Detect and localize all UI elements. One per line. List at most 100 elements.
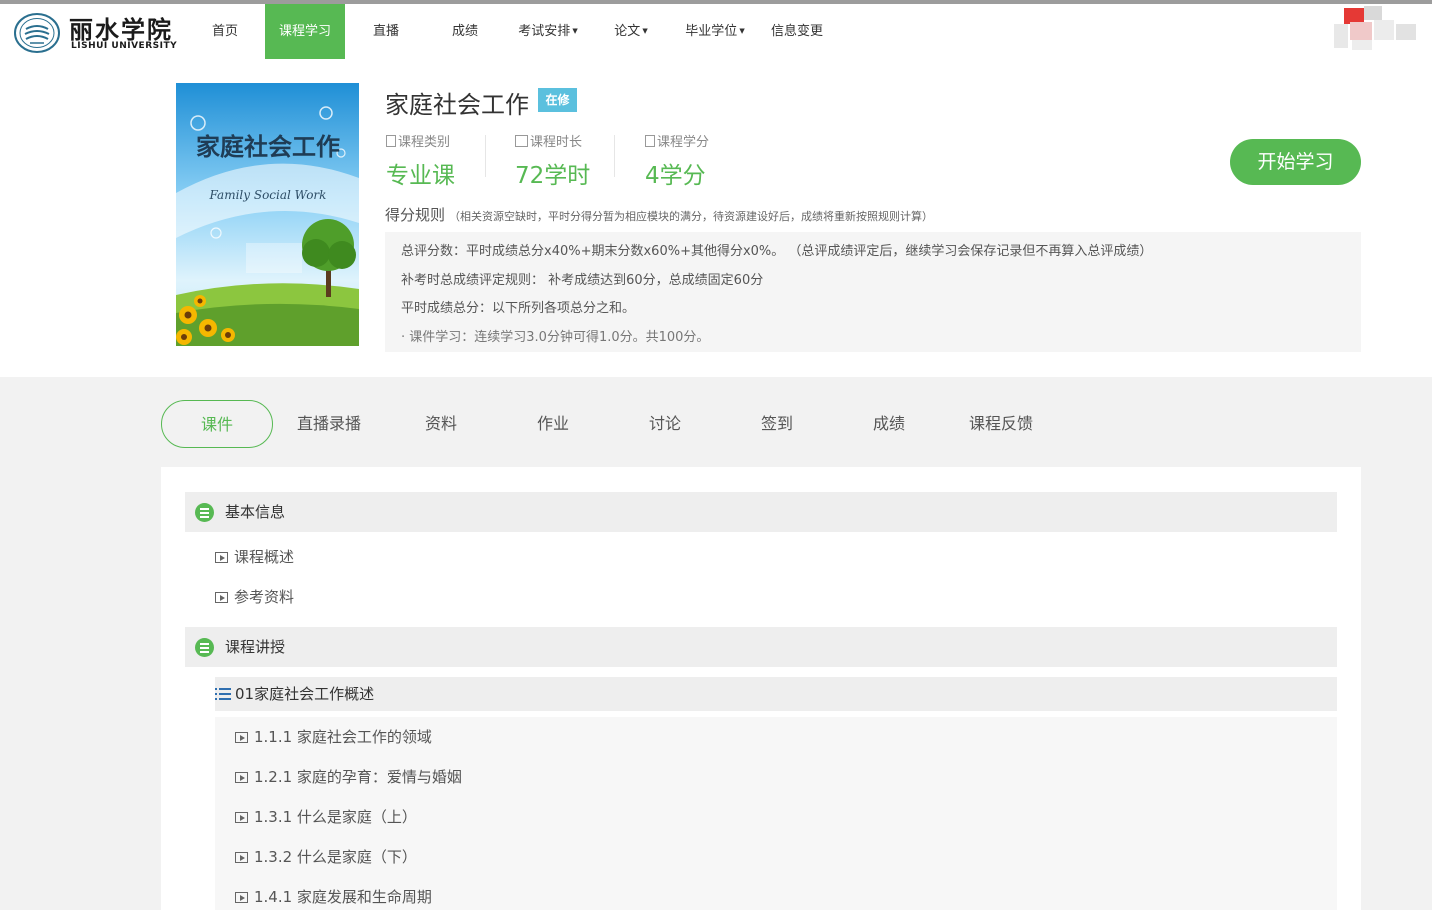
book-icon <box>515 135 528 147</box>
stat-course-category: 课程类别 专业课 <box>386 131 455 190</box>
list-icon <box>195 503 214 522</box>
video-icon <box>235 812 248 823</box>
item-label: 参考资料 <box>234 588 295 606</box>
rule-line: · 课件学习：连续学习3.0分钟可得1.0分。共100分。 <box>401 329 710 345</box>
scoring-rules-box: 总评分数：平时成绩总分x40%+期末分数x60%+其他得分x0%。 （总评成绩评… <box>385 232 1361 352</box>
stat-label: 课程学分 <box>657 135 710 150</box>
tab-check-in[interactable]: 签到 <box>721 400 833 448</box>
lesson-item[interactable]: 1.3.1 什么是家庭（上） <box>235 807 417 827</box>
nav-home[interactable]: 首页 <box>196 4 254 59</box>
rules-title: 得分规则 <box>385 206 446 224</box>
nav-label: 考试安排 <box>518 24 571 39</box>
rules-note: （相关资源空缺时，平时分得分暂为相应模块的满分，待资源建设好后，成绩将重新按照规… <box>449 210 934 223</box>
nav-exam-schedule[interactable]: 考试安排 ▼ <box>508 4 588 59</box>
list-item-reference-materials[interactable]: 参考资料 <box>215 587 294 607</box>
video-icon <box>215 592 228 603</box>
video-icon <box>235 852 248 863</box>
item-label: 课程概述 <box>234 548 295 566</box>
stat-course-credits: 课程学分 4学分 <box>645 131 709 190</box>
video-icon <box>235 892 248 903</box>
video-icon <box>215 552 228 563</box>
document-icon <box>645 135 655 147</box>
stat-value: 专业课 <box>386 163 455 189</box>
nav-label: 论文 <box>614 24 641 39</box>
avatar-pixel <box>1352 40 1372 50</box>
university-name-cn: 丽水学院 <box>69 15 173 44</box>
lesson-item[interactable]: 1.2.1 家庭的孕育：爱情与婚姻 <box>235 767 462 787</box>
cover-subtitle-text: Family Social Work <box>209 188 327 202</box>
top-navbar: 丽水学院 LISHUI UNIVERSITY 首页 课程学习 直播 成绩 考试安… <box>0 4 1432 59</box>
stat-divider <box>614 135 615 177</box>
nav-thesis[interactable]: 论文 ▼ <box>603 4 659 59</box>
nav-label: 毕业学位 <box>685 24 738 39</box>
cover-illustration: 家庭社会工作 Family Social Work <box>176 83 359 346</box>
nav-label: 直播 <box>372 24 399 39</box>
cover-title-text: 家庭社会工作 <box>196 132 340 161</box>
tab-label: 签到 <box>760 414 793 433</box>
nav-label: 成绩 <box>451 24 478 39</box>
tab-course-feedback[interactable]: 课程反馈 <box>945 400 1057 448</box>
nav-course-study[interactable]: 课程学习 <box>265 4 345 59</box>
nav-label: 课程学习 <box>278 24 331 39</box>
tab-label: 资料 <box>424 414 457 433</box>
course-cover-image: 家庭社会工作 Family Social Work <box>176 83 359 346</box>
nav-label: 信息变更 <box>770 24 823 39</box>
rule-line: 补考时总成绩评定规则： 补考成绩达到60分，总成绩固定60分 <box>401 272 764 288</box>
tab-materials[interactable]: 资料 <box>385 400 497 448</box>
document-icon <box>386 135 396 147</box>
tab-label: 讨论 <box>648 414 681 433</box>
lesson-list: 1.1.1 家庭社会工作的领域 1.2.1 家庭的孕育：爱情与婚姻 1.3.1 … <box>215 717 1337 910</box>
tab-label: 课程反馈 <box>968 414 1033 433</box>
caret-down-icon: ▼ <box>642 27 648 35</box>
tab-homework[interactable]: 作业 <box>497 400 609 448</box>
avatar-pixel <box>1374 20 1394 40</box>
stat-value: 4学分 <box>645 163 706 189</box>
nav-grades[interactable]: 成绩 <box>436 4 494 59</box>
stat-value: 72学时 <box>515 163 591 189</box>
tab-label: 成绩 <box>872 414 905 433</box>
stat-label: 课程类别 <box>398 135 451 150</box>
chapter-title: 01家庭社会工作概述 <box>235 685 375 703</box>
lesson-item[interactable]: 1.1.1 家庭社会工作的领域 <box>235 727 432 747</box>
rule-line: 总评分数：平时成绩总分x40%+期末分数x60%+其他得分x0%。 （总评成绩评… <box>401 244 1153 259</box>
course-title: 家庭社会工作 <box>385 91 529 119</box>
nav-info-change[interactable]: 信息变更 <box>764 4 830 59</box>
tab-grades[interactable]: 成绩 <box>833 400 945 448</box>
tab-courseware[interactable]: 课件 <box>161 400 273 448</box>
tab-discussion[interactable]: 讨论 <box>609 400 721 448</box>
scoring-rules-heading: 得分规则 （相关资源空缺时，平时分得分暂为相应模块的满分，待资源建设好后，成绩将重… <box>385 204 933 225</box>
tab-label: 直播录播 <box>296 414 361 433</box>
lesson-item[interactable]: 1.4.1 家庭发展和生命周期 <box>235 887 432 907</box>
start-learning-button[interactable]: 开始学习 <box>1230 139 1361 185</box>
section-title: 基本信息 <box>225 503 286 521</box>
tab-label: 作业 <box>536 414 569 433</box>
rule-line: 平时成绩总分：以下所列各项总分之和。 <box>401 301 636 316</box>
status-badge: 在修 <box>538 88 577 112</box>
lesson-item[interactable]: 1.3.2 什么是家庭（下） <box>235 847 417 867</box>
tab-label: 课件 <box>200 415 233 434</box>
avatar-pixel <box>1334 24 1348 48</box>
tab-live-replay[interactable]: 直播录播 <box>273 400 385 448</box>
avatar-pixel <box>1350 22 1372 40</box>
stat-course-duration: 课程时长 72学时 <box>515 131 590 190</box>
stat-label: 课程时长 <box>530 135 583 150</box>
chapter-list-icon <box>215 688 231 700</box>
video-icon <box>235 772 248 783</box>
section-basic-info[interactable]: 基本信息 <box>185 492 1337 532</box>
lesson-label: 1.4.1 家庭发展和生命周期 <box>254 888 432 906</box>
list-item-course-overview[interactable]: 课程概述 <box>215 547 294 567</box>
section-lectures[interactable]: 课程讲授 <box>185 627 1337 667</box>
lesson-label: 1.3.2 什么是家庭（下） <box>254 848 417 866</box>
university-logo[interactable]: 丽水学院 LISHUI UNIVERSITY <box>13 10 178 56</box>
user-avatar[interactable] <box>1330 6 1420 50</box>
university-name-en: LISHUI UNIVERSITY <box>71 41 178 51</box>
lesson-label: 1.2.1 家庭的孕育：爱情与婚姻 <box>254 768 462 786</box>
nav-live[interactable]: 直播 <box>357 4 415 59</box>
university-emblem-icon <box>14 13 60 53</box>
lesson-label: 1.1.1 家庭社会工作的领域 <box>254 728 432 746</box>
nav-label: 首页 <box>211 24 238 39</box>
caret-down-icon: ▼ <box>572 27 578 35</box>
nav-graduation-degree[interactable]: 毕业学位 ▼ <box>674 4 756 59</box>
chapter-01[interactable]: 01家庭社会工作概述 <box>215 677 1337 711</box>
avatar-pixel <box>1396 24 1416 40</box>
